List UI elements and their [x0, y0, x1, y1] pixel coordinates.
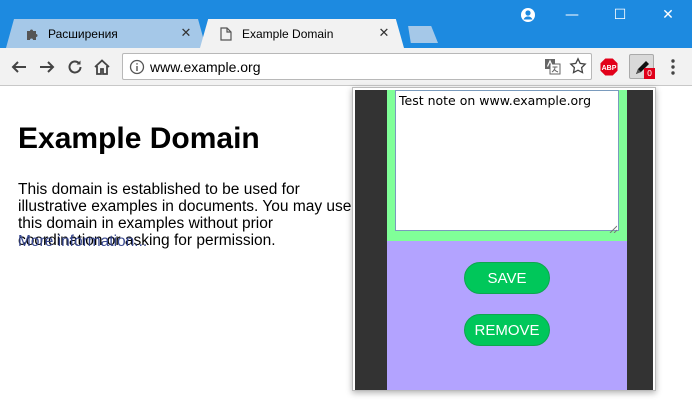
actions-panel: SAVE REMOVE	[387, 241, 627, 390]
forward-icon[interactable]	[36, 56, 58, 78]
page-title: Example Domain	[18, 122, 260, 155]
puzzle-icon	[24, 26, 40, 42]
title-bar: Расширения ✕ Example Domain ✕ — ☐ ✕	[0, 0, 692, 48]
info-icon[interactable]	[129, 59, 145, 75]
note-text: Test note on www.example.org	[399, 93, 592, 108]
new-tab-button[interactable]	[408, 26, 438, 43]
popup-frame: Test note on www.example.org SAVE REMOVE	[355, 90, 653, 390]
remove-button[interactable]: REMOVE	[464, 314, 550, 346]
menu-dots-icon[interactable]	[665, 58, 681, 76]
resize-grip-icon[interactable]	[609, 221, 618, 234]
tab-label: Example Domain	[242, 26, 334, 41]
maximize-button[interactable]: ☐	[596, 0, 644, 30]
adblock-label: ABP	[602, 65, 617, 72]
address-bar[interactable]: www.example.org	[122, 53, 592, 80]
close-icon[interactable]: ✕	[376, 25, 392, 41]
adblock-icon[interactable]: ABP	[600, 58, 618, 76]
bookmark-star-icon[interactable]	[569, 57, 587, 75]
back-icon[interactable]	[8, 56, 30, 78]
more-information-link[interactable]: More information...	[18, 233, 147, 251]
profile-icon[interactable]	[520, 7, 536, 23]
page-icon	[218, 26, 234, 42]
browser-toolbar: www.example.org ABP 0	[0, 48, 692, 86]
home-icon[interactable]	[91, 56, 113, 78]
tab-label: Расширения	[48, 26, 118, 41]
tab-extensions[interactable]: Расширения ✕	[6, 19, 206, 48]
close-icon[interactable]: ✕	[178, 25, 194, 41]
extension-badge: 0	[644, 68, 655, 79]
url-text[interactable]: www.example.org	[150, 59, 261, 75]
note-textarea[interactable]: Test note on www.example.org	[395, 90, 619, 234]
close-window-button[interactable]: ✕	[644, 0, 692, 30]
minimize-button[interactable]: —	[548, 0, 596, 30]
tab-example-domain[interactable]: Example Domain ✕	[200, 19, 404, 48]
note-popup: Test note on www.example.org SAVE REMOVE	[352, 87, 656, 391]
note-panel: Test note on www.example.org	[387, 90, 627, 241]
reload-icon[interactable]	[64, 56, 86, 78]
save-button[interactable]: SAVE	[464, 262, 550, 294]
window-controls: — ☐ ✕	[548, 0, 692, 30]
translate-icon[interactable]	[544, 58, 561, 75]
